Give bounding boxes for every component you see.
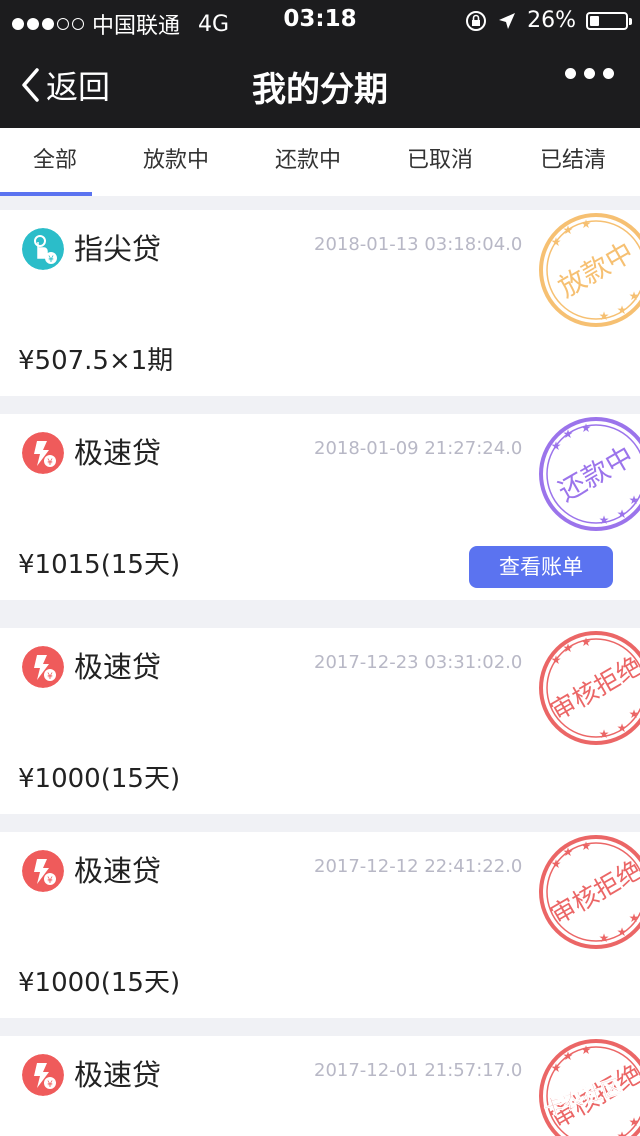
application-date: 2018-01-13 03:18:04.0 bbox=[314, 234, 523, 255]
svg-text:¥: ¥ bbox=[48, 255, 54, 265]
tab-disbursing[interactable]: 放款中 bbox=[110, 128, 242, 196]
loan-amount: ¥507.5×1期 bbox=[18, 346, 174, 376]
svg-text:★: ★ bbox=[599, 513, 610, 527]
svg-text:★: ★ bbox=[581, 421, 592, 435]
svg-text:★: ★ bbox=[599, 931, 610, 945]
svg-text:★: ★ bbox=[551, 439, 562, 453]
battery-percent: 26% bbox=[527, 8, 576, 33]
more-dot-icon bbox=[584, 68, 595, 79]
page-title: 我的分期 bbox=[252, 70, 388, 110]
svg-text:★: ★ bbox=[581, 1043, 592, 1057]
svg-text:★: ★ bbox=[617, 303, 628, 317]
application-date: 2018-01-09 21:27:24.0 bbox=[314, 438, 523, 459]
status-stamp: ★★ ★★★★ 还款中 bbox=[539, 417, 640, 531]
tab-repaying[interactable]: 还款中 bbox=[242, 128, 374, 196]
svg-text:★: ★ bbox=[599, 727, 610, 741]
svg-text:★: ★ bbox=[563, 845, 574, 859]
status-stamp: ★★★★★★ 审核拒绝 bbox=[539, 835, 640, 949]
svg-text:还款中: 还款中 bbox=[553, 441, 639, 508]
product-name: 极速贷 bbox=[74, 1058, 162, 1092]
svg-text:★: ★ bbox=[551, 653, 562, 667]
svg-text:★: ★ bbox=[599, 309, 610, 323]
loan-card[interactable]: ¥ 极速贷 2017-12-23 03:31:02.0 ¥1000(15天) ★ ★ ★… bbox=[0, 628, 640, 814]
svg-text:★: ★ bbox=[581, 839, 592, 853]
loan-amount: ¥1000(15天) bbox=[18, 764, 181, 794]
loan-amount: ¥1015(15天) bbox=[18, 550, 181, 580]
product-name: 指尖贷 bbox=[74, 232, 162, 266]
status-stamp: ★★★★★★ 审核拒绝 bbox=[539, 631, 640, 745]
product-name: 极速贷 bbox=[74, 854, 162, 888]
svg-text:★: ★ bbox=[563, 223, 574, 237]
svg-text:卡农社区: 卡农社区 bbox=[541, 1074, 625, 1120]
svg-text:★: ★ bbox=[563, 641, 574, 655]
svg-text:★: ★ bbox=[617, 925, 628, 939]
loan-card[interactable]: ¥ 极速贷 2017-12-12 22:41:22.0 ¥1000(15天) ★ ★ ★… bbox=[0, 832, 640, 1018]
product-name: 极速贷 bbox=[74, 436, 162, 470]
svg-text:★: ★ bbox=[551, 857, 562, 871]
svg-text:★: ★ bbox=[617, 507, 628, 521]
lightning-yen-icon: ¥ bbox=[22, 432, 64, 474]
status-bar: 中国联通 4G 03:18 26% bbox=[0, 0, 640, 40]
application-date: 2017-12-12 22:41:22.0 bbox=[314, 856, 523, 877]
svg-text:¥: ¥ bbox=[47, 1080, 53, 1090]
svg-text:★: ★ bbox=[581, 217, 592, 231]
battery-icon bbox=[586, 11, 632, 30]
loan-card[interactable]: ¥ 指尖贷 2018-01-13 03:18:04.0 ¥507.5×1期 ★ ★ ★ ★… bbox=[0, 210, 640, 396]
tab-all[interactable]: 全部 bbox=[0, 128, 110, 196]
navigation-bar: 返回 我的分期 bbox=[0, 40, 640, 128]
more-options-button[interactable] bbox=[565, 68, 614, 79]
location-arrow-icon bbox=[499, 12, 516, 29]
lightning-yen-icon: ¥ bbox=[22, 1054, 64, 1096]
application-date: 2017-12-23 03:31:02.0 bbox=[314, 652, 523, 673]
svg-text:★: ★ bbox=[581, 635, 592, 649]
svg-text:★: ★ bbox=[551, 235, 562, 249]
product-name: 极速贷 bbox=[74, 650, 162, 684]
svg-text:★: ★ bbox=[563, 1049, 574, 1063]
rotation-lock-icon bbox=[466, 10, 487, 31]
status-stamp: ★★ ★★★★ 放款中 bbox=[539, 213, 640, 327]
svg-text:★: ★ bbox=[629, 493, 640, 507]
finger-tap-icon: ¥ bbox=[22, 228, 64, 270]
lightning-yen-icon: ¥ bbox=[22, 850, 64, 892]
svg-text:★: ★ bbox=[563, 427, 574, 441]
more-dot-icon bbox=[603, 68, 614, 79]
status-tabs: 全部 放款中 还款中 已取消 已结清 bbox=[0, 128, 640, 196]
watermark: 卡农社区 bbox=[540, 1070, 640, 1121]
svg-text:★: ★ bbox=[629, 911, 640, 925]
lightning-yen-icon: ¥ bbox=[22, 646, 64, 688]
svg-text:¥: ¥ bbox=[47, 876, 53, 886]
tab-settled[interactable]: 已结清 bbox=[506, 128, 640, 196]
svg-text:★: ★ bbox=[629, 707, 640, 721]
loan-amount: ¥1000(15天) bbox=[18, 968, 181, 998]
svg-text:放款中: 放款中 bbox=[553, 237, 639, 304]
status-right: 26% bbox=[465, 8, 632, 33]
svg-text:★: ★ bbox=[617, 1129, 628, 1136]
view-bill-button[interactable]: 查看账单 bbox=[469, 546, 613, 588]
tab-cancelled[interactable]: 已取消 bbox=[374, 128, 506, 196]
svg-text:¥: ¥ bbox=[47, 458, 53, 468]
application-date: 2017-12-01 21:57:17.0 bbox=[314, 1060, 523, 1081]
loan-card[interactable]: ¥ 极速贷 2018-01-09 21:27:24.0 ¥1015(15天) 查看账单… bbox=[0, 414, 640, 600]
svg-text:★: ★ bbox=[617, 721, 628, 735]
svg-text:★: ★ bbox=[629, 289, 640, 303]
more-dot-icon bbox=[565, 68, 576, 79]
svg-text:¥: ¥ bbox=[47, 672, 53, 682]
